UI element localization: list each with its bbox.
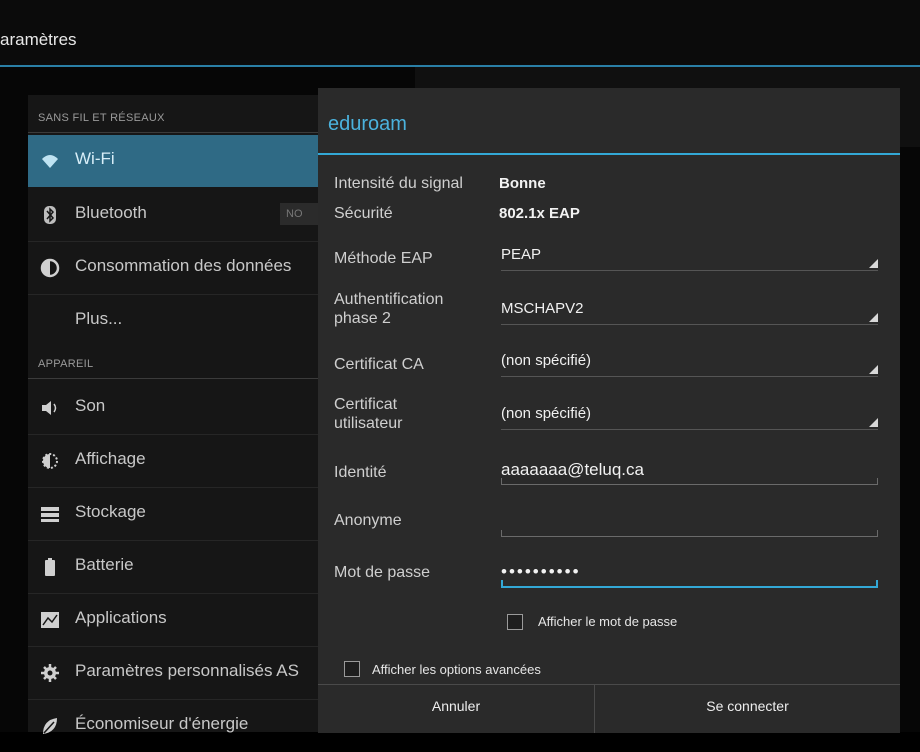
advanced-options-checkbox[interactable]	[344, 661, 360, 677]
user-cert-label: Certificat utilisateur	[334, 395, 402, 433]
security-value: 802.1x EAP	[499, 205, 580, 222]
phase2-auth-value: MSCHAPV2	[501, 300, 584, 317]
dialog-title: eduroam	[328, 113, 407, 135]
sidebar-item-label: Affichage	[75, 449, 146, 468]
sidebar-item-label: Bluetooth	[75, 203, 147, 222]
gear-icon	[40, 663, 60, 683]
sidebar-item-label: Économiseur d'énergie	[75, 714, 249, 733]
sidebar-item-more[interactable]: Plus...	[28, 295, 328, 347]
show-password-label: Afficher le mot de passe	[538, 614, 678, 629]
phase2-label: Authentification phase 2	[334, 290, 443, 328]
sidebar-item-custom-settings[interactable]: Paramètres personnalisés AS	[28, 647, 328, 699]
phase2-label-line2: phase 2	[334, 310, 391, 327]
sidebar-item-label: Consommation des données	[75, 256, 292, 275]
apps-icon	[40, 610, 60, 630]
sidebar-item-energy-saver[interactable]: Économiseur d'énergie	[28, 700, 328, 752]
ca-cert-value: (non spécifié)	[501, 352, 592, 369]
advanced-options-label: Afficher les options avancées	[372, 662, 541, 677]
phase2-label-line1: Authentification	[334, 291, 444, 308]
dialog-button-bar: Annuler Se connecter	[318, 684, 900, 733]
storage-icon	[40, 504, 60, 524]
anonymous-input[interactable]	[501, 510, 878, 537]
user-cert-label-line1: Certificat	[334, 396, 398, 413]
dropdown-arrow-icon	[869, 418, 878, 427]
sidebar-item-applications[interactable]: Applications	[28, 594, 328, 646]
bluetooth-icon	[40, 205, 60, 225]
dropdown-arrow-icon	[869, 365, 878, 374]
dropdown-arrow-icon	[869, 313, 878, 322]
sidebar-item-wifi[interactable]: Wi-Fi	[28, 135, 328, 187]
section-header-wireless: SANS FIL ET RÉSEAUX	[38, 112, 165, 124]
sound-icon	[40, 398, 60, 418]
sidebar-item-label: Batterie	[75, 555, 134, 574]
signal-value: Bonne	[499, 175, 546, 192]
sidebar-item-label: Stockage	[75, 502, 146, 521]
ca-cert-label: Certificat CA	[334, 356, 424, 373]
sidebar-item-label: Plus...	[75, 309, 123, 328]
dialog-title-divider	[318, 153, 900, 155]
sidebar-item-battery[interactable]: Batterie	[28, 541, 328, 593]
security-label: Sécurité	[334, 205, 393, 222]
eap-method-label: Méthode EAP	[334, 250, 433, 267]
field-edge	[877, 478, 878, 484]
sidebar-item-label: Wi-Fi	[75, 149, 115, 168]
wifi-icon	[40, 151, 60, 171]
section-divider	[28, 132, 318, 133]
sidebar-item-display[interactable]: Affichage	[28, 435, 328, 487]
password-input[interactable]: ••••••••••	[501, 560, 878, 588]
password-label: Mot de passe	[334, 564, 431, 581]
display-icon	[40, 451, 60, 471]
connect-button[interactable]: Se connecter	[595, 685, 900, 733]
anonymous-label: Anonyme	[334, 512, 402, 529]
user-cert-label-line2: utilisateur	[334, 415, 403, 432]
sidebar-item-data-usage[interactable]: Consommation des données	[28, 242, 328, 294]
battery-icon	[40, 557, 60, 577]
identity-input[interactable]: aaaaaaa@teluq.ca	[501, 458, 878, 485]
field-edge	[876, 580, 878, 586]
show-password-checkbox[interactable]	[507, 614, 523, 630]
user-cert-dropdown[interactable]: (non spécifié)	[501, 405, 878, 430]
section-divider	[28, 378, 318, 379]
wifi-connect-dialog: eduroam Intensité du signal Bonne Sécuri…	[318, 88, 900, 733]
eap-method-dropdown[interactable]: PEAP	[501, 246, 878, 271]
signal-label: Intensité du signal	[334, 175, 463, 192]
sidebar-item-label: Applications	[75, 608, 167, 627]
field-edge	[877, 530, 878, 536]
action-bar: aramètres	[0, 0, 920, 67]
sidebar-item-storage[interactable]: Stockage	[28, 488, 328, 540]
field-edge	[501, 478, 502, 484]
password-value: ••••••••••	[501, 562, 581, 581]
phase2-auth-dropdown[interactable]: MSCHAPV2	[501, 300, 878, 325]
sidebar-item-label: Son	[75, 396, 106, 415]
section-header-device: APPAREIL	[38, 358, 94, 370]
identity-value: aaaaaaa@teluq.ca	[501, 460, 644, 479]
user-cert-value: (non spécifié)	[501, 405, 592, 422]
cancel-button[interactable]: Annuler	[318, 685, 594, 733]
field-edge	[501, 530, 502, 536]
data-usage-icon	[40, 258, 60, 278]
page-title: aramètres	[0, 30, 77, 49]
dropdown-arrow-icon	[869, 259, 878, 268]
sidebar-item-label: Paramètres personnalisés AS	[75, 661, 299, 680]
leaf-icon	[40, 716, 60, 736]
ca-cert-dropdown[interactable]: (non spécifié)	[501, 352, 878, 377]
field-edge	[501, 580, 503, 586]
sidebar-item-sound[interactable]: Son	[28, 382, 328, 434]
identity-label: Identité	[334, 464, 387, 481]
sidebar-item-bluetooth[interactable]: Bluetooth NO	[28, 189, 328, 241]
eap-method-value: PEAP	[501, 246, 542, 263]
